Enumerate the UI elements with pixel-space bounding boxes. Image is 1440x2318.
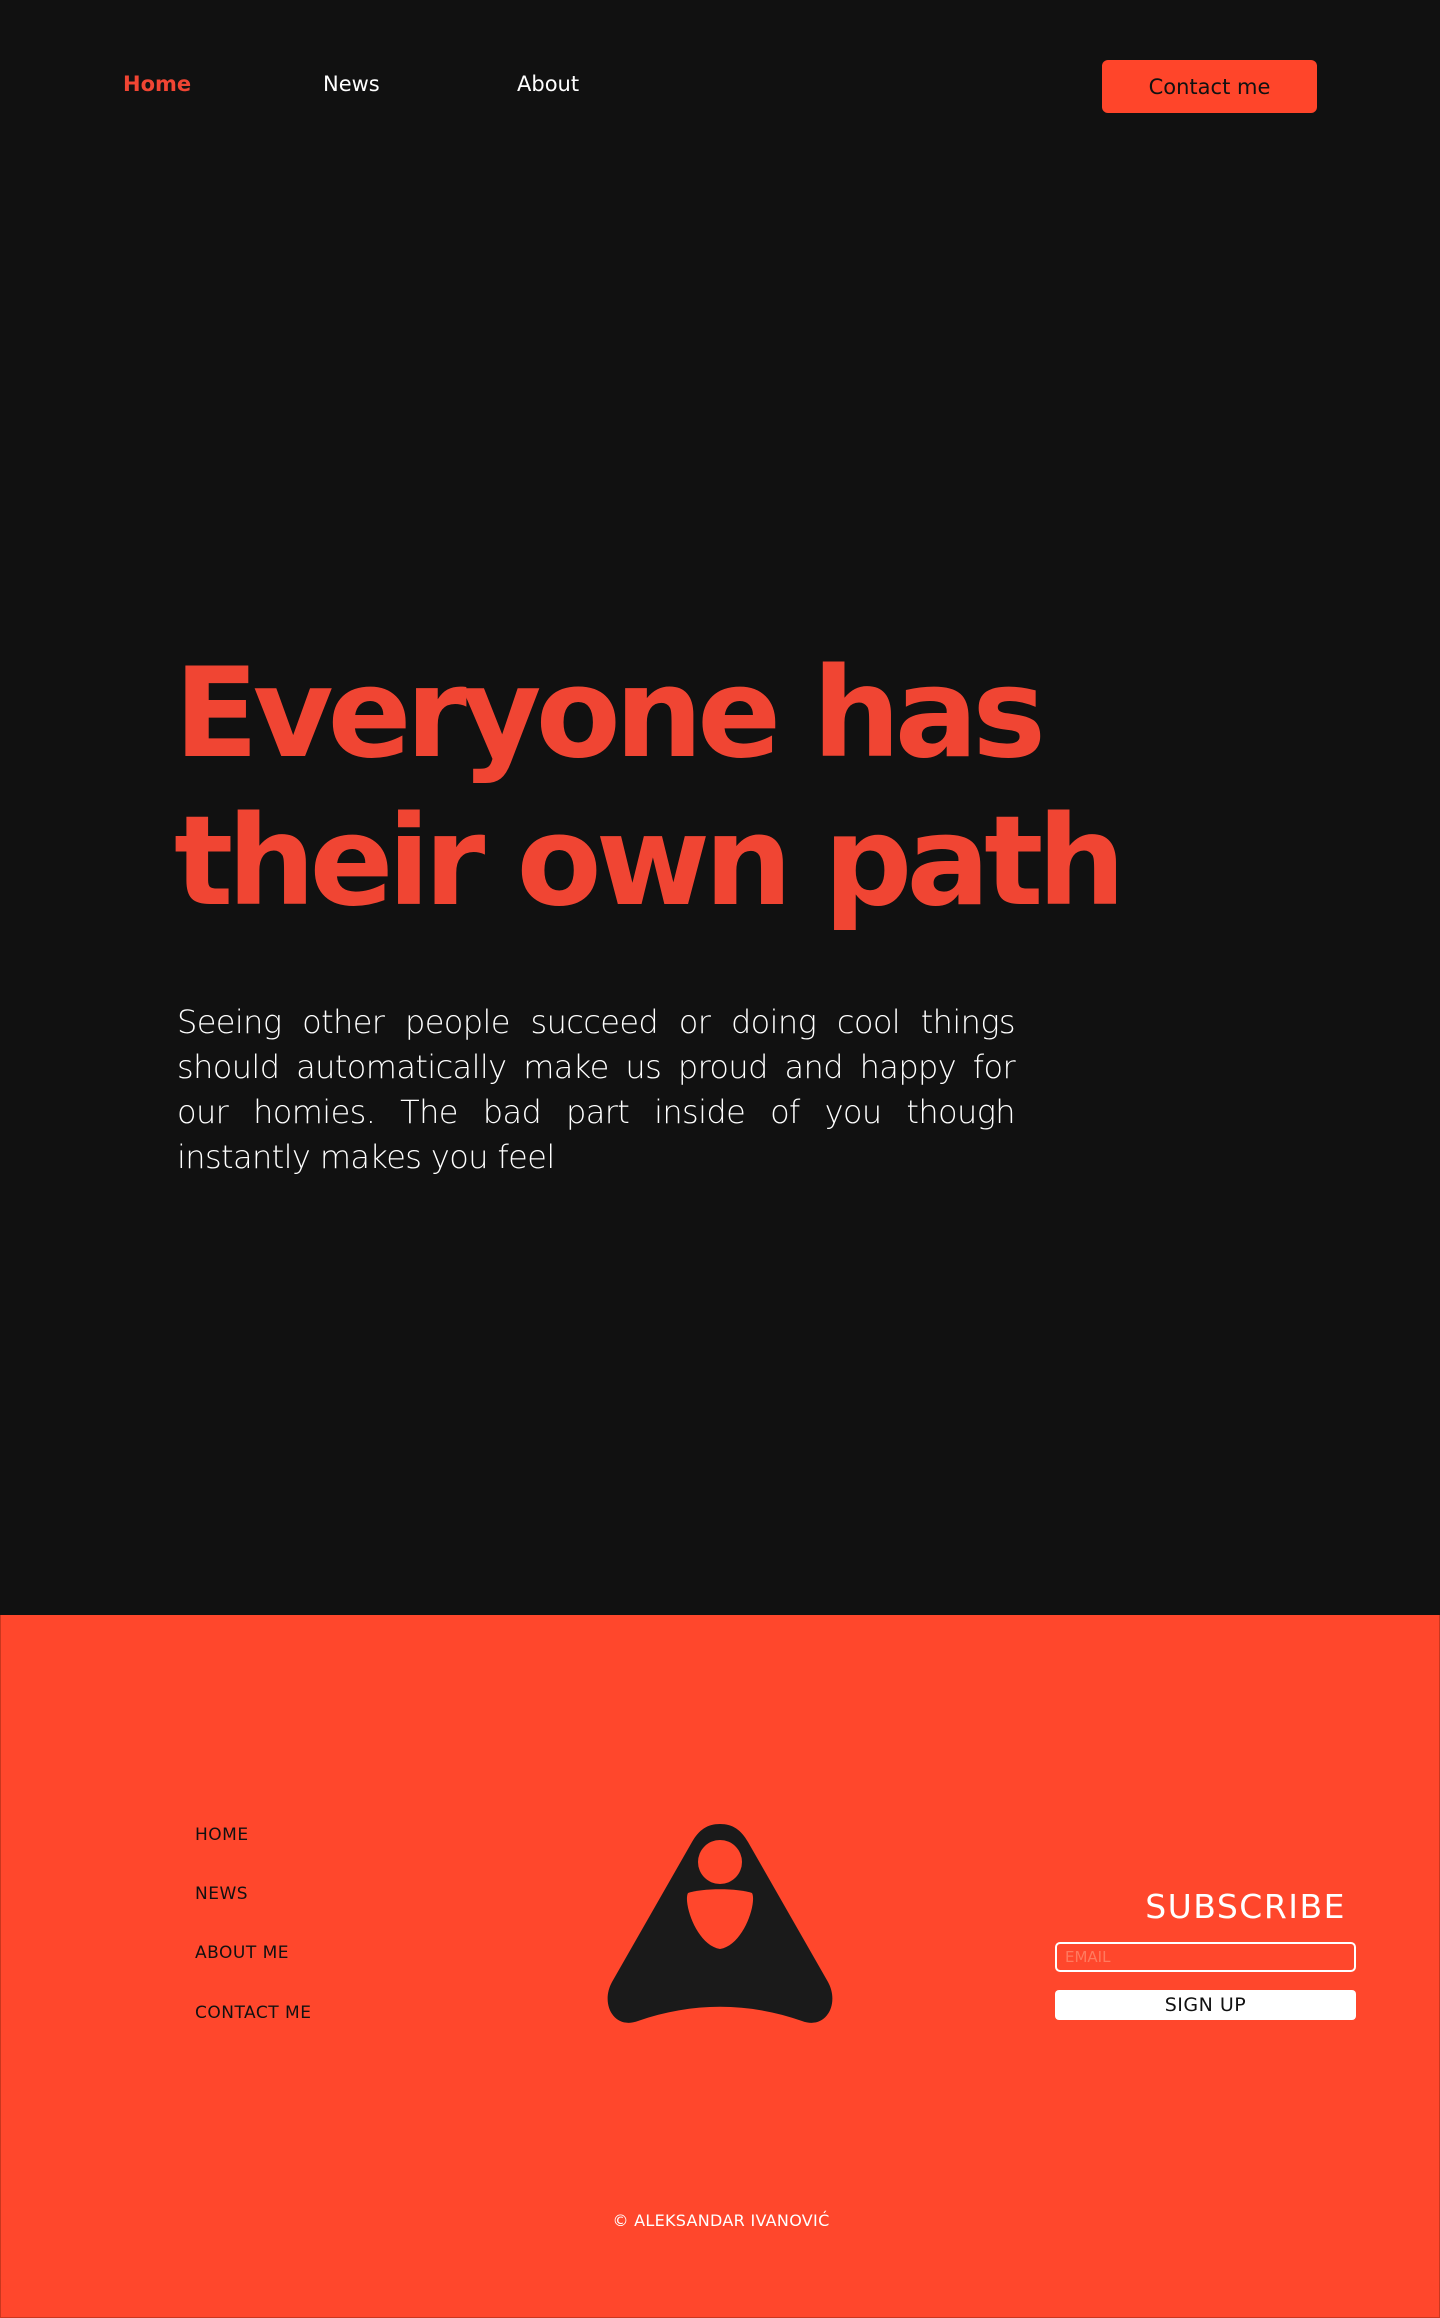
hero-title-line-1: Everyone has [174, 642, 1046, 786]
footer-link-news[interactable]: NEWS [195, 1884, 248, 1904]
email-input[interactable] [1055, 1942, 1356, 1972]
triangle-person-logo-icon [607, 1824, 833, 2023]
page: Home News About Contact me Everyone has … [0, 0, 1440, 2318]
footer-link-about-me[interactable]: ABOUT ME [195, 1943, 289, 1963]
contact-me-button[interactable]: Contact me [1102, 60, 1317, 113]
footer-link-contact-me[interactable]: CONTACT ME [195, 2003, 311, 2023]
footer-link-home[interactable]: HOME [195, 1825, 249, 1845]
hero-title-line-2: their own path [174, 790, 1126, 934]
copyright-text: © ALEKSANDAR IVANOVIĆ [612, 2211, 830, 2230]
hero-paragraph: Seeing other people succeed or doing coo… [177, 1003, 1016, 1176]
footer: HOME NEWS ABOUT ME CONTACT ME SUBSCRIBE … [0, 1615, 1440, 2318]
nav-about-link[interactable]: About [517, 72, 579, 96]
subscribe-title: SUBSCRIBE [1145, 1887, 1346, 1926]
hero-section: Home News About Contact me Everyone has … [0, 0, 1440, 1615]
nav-home-link[interactable]: Home [123, 72, 191, 96]
nav-news-link[interactable]: News [323, 72, 380, 96]
hero-title: Everyone has their own path [174, 640, 1374, 936]
sign-up-button[interactable]: SIGN UP [1055, 1990, 1356, 2020]
